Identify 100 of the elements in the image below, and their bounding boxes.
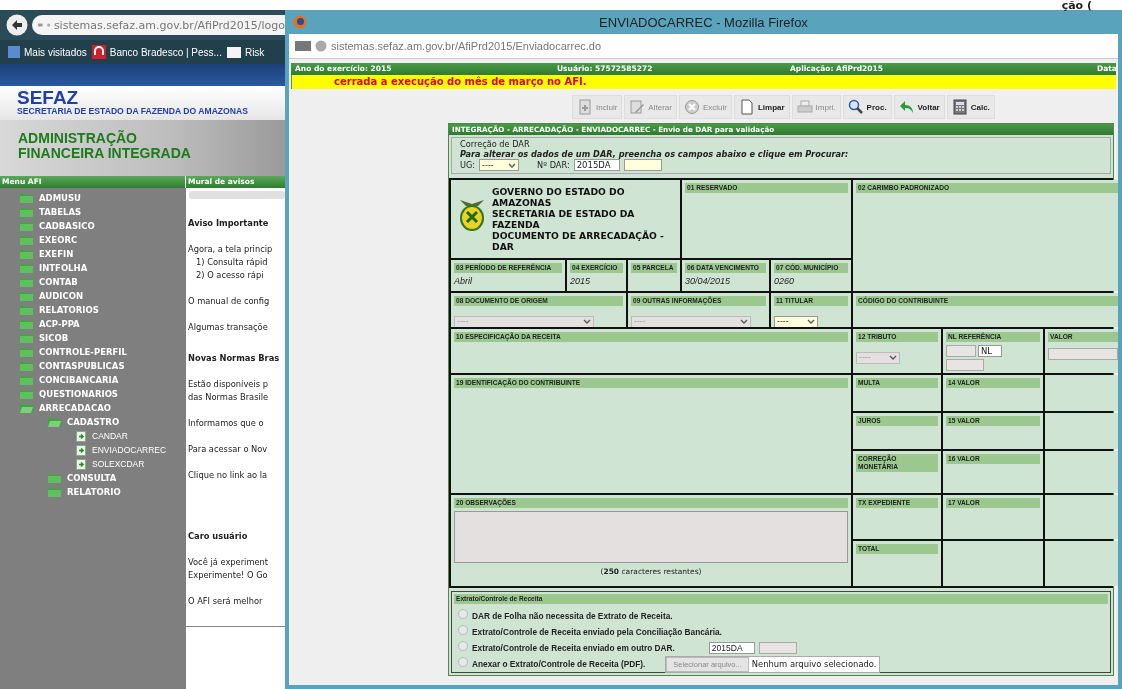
notice-text: 1) Consulta rápid — [196, 256, 269, 269]
option-label: Anexar o Extrato/Controle de Receita (PDF). — [472, 659, 646, 669]
notice-text: Estão disponíveis p — [188, 378, 269, 391]
document-arrow-icon — [76, 444, 86, 456]
menu-item[interactable]: CONSULTA — [67, 473, 117, 483]
menu-item[interactable]: EXEORC — [39, 235, 78, 245]
document-arrow-icon — [76, 430, 86, 442]
menu-item[interactable]: CADBASICO — [39, 221, 95, 231]
alert-message: cerrada a execução do mês de março no AFI. — [291, 75, 1116, 89]
header-line: DOCUMENTO DE ARRECADAÇÃO - DAR — [492, 230, 665, 252]
menu-item[interactable]: ENVIADOCARREC — [92, 445, 167, 455]
header-line: GOVERNO DO ESTADO DO AMAZONAS — [492, 186, 626, 208]
notice-text: Você já experiment — [188, 556, 270, 569]
cut-off-text: ção ( — [1061, 0, 1092, 11]
notice-text: Agora, a tela princip — [188, 243, 274, 256]
caret-icon — [582, 317, 592, 326]
option-label: Extrato/Controle de Receita enviado em outro DAR. — [472, 643, 675, 653]
caret-icon — [888, 353, 898, 362]
input-field[interactable]: NL — [978, 345, 1002, 357]
calculator-icon — [951, 99, 968, 115]
field-value: Abril — [454, 276, 473, 286]
input-field[interactable] — [623, 159, 662, 171]
radio-button[interactable] — [458, 641, 468, 651]
field-value: 0260 — [774, 276, 796, 286]
pencil-icon — [629, 99, 646, 115]
notice-heading: Novas Normas Bras — [188, 352, 281, 365]
notice-text: Informamos que o — [188, 417, 265, 430]
notice-text: 2) O acesso rápi — [196, 269, 265, 282]
toolbar-button[interactable]: Limpar — [733, 95, 790, 119]
notice-text: O manual de config — [188, 295, 271, 308]
menu-item[interactable]: SOLEXCDAR — [92, 459, 145, 469]
menu-item[interactable]: RELATORIOS — [39, 305, 99, 315]
bookmark-link[interactable]: Risk — [244, 46, 265, 58]
radio-button[interactable] — [458, 625, 468, 635]
notice-heading: Aviso Importante — [188, 217, 270, 230]
page-icon — [295, 41, 311, 51]
menu-item[interactable]: TABELAS — [39, 207, 82, 217]
input-field[interactable]: 2015DA — [573, 159, 620, 171]
header-line: SECRETARIA DE ESTADO DA FAZENDA — [492, 208, 636, 230]
address-bar[interactable]: sistemas.sefaz.am.gov.br/AfiPrd2015/Enviadocarrec.do — [289, 34, 1118, 59]
menu-item[interactable]: CONTAB — [39, 277, 78, 287]
notice-text: das Normas Brasile — [188, 391, 270, 404]
bookmark-link[interactable]: Mais visitados — [24, 46, 87, 58]
globe-icon — [315, 40, 327, 52]
menu-item[interactable]: ADMUSU — [39, 193, 82, 203]
brand-name: SEFAZ — [17, 89, 80, 106]
menu-item[interactable]: CADASTRO — [67, 417, 120, 427]
printer-icon — [796, 99, 813, 115]
bookmark-icon — [8, 46, 20, 58]
field-label: Nº DAR: — [537, 160, 570, 170]
menu-item[interactable]: CONTROLE-PERFIL — [39, 347, 127, 357]
address-bar[interactable]: sistemas.sefaz.am.gov.br/AfiPrd2015/logo — [32, 15, 285, 35]
field-label: UG: — [460, 160, 476, 170]
input-field[interactable]: 2015DA — [708, 642, 755, 654]
option-label: DAR de Folha não necessita de Extrato de Receita. — [472, 611, 673, 621]
menu-item[interactable]: CANDAR — [92, 431, 128, 441]
option-label: Extrato/Controle de Receita enviado pela Conciliação Bancária. — [472, 627, 722, 637]
caret-icon — [739, 317, 749, 326]
bookmark-link[interactable]: Banco Bradesco | Pess... — [109, 46, 222, 58]
notice-text: Algumas transaçõe — [188, 321, 269, 334]
instruction-text: Para alterar os dados de um DAR, preencha os campos abaixo e clique em Procurar: — [460, 149, 850, 159]
document-add-icon — [577, 99, 593, 115]
menu-item[interactable]: ARRECADACAO — [39, 403, 111, 413]
menu-item[interactable]: ACP-PPA — [39, 319, 80, 329]
observations-field[interactable] — [454, 511, 848, 563]
notice-text: Para acessar o Nov — [188, 443, 269, 456]
back-arrow-icon — [898, 99, 915, 115]
notice-text: O AFI será melhor — [188, 595, 264, 608]
toolbar-button[interactable]: Calc. — [946, 95, 995, 119]
toolbar-button[interactable]: Proc. — [842, 95, 892, 119]
menu-item[interactable]: INTFOLHA — [39, 263, 88, 273]
caret-icon — [806, 317, 816, 326]
field-value: 2015 — [570, 276, 592, 286]
banner: ADMINISTRAÇÃO FINANCEIRA INTEGRADA — [0, 120, 285, 176]
menu-item[interactable]: SICOB — [39, 333, 69, 343]
menu-item[interactable]: QUESTIONARIOS — [39, 389, 118, 399]
menu-item[interactable]: EXEFIN — [39, 249, 74, 259]
dropdown[interactable]: ---- — [774, 315, 818, 327]
input-field[interactable] — [946, 359, 984, 371]
radio-button[interactable] — [458, 657, 468, 667]
menu-item[interactable]: CONTASPUBLICAS — [39, 361, 125, 371]
input-field[interactable] — [758, 642, 797, 654]
menu-item[interactable]: RELATORIO — [67, 487, 121, 497]
menu-item[interactable]: CONCIBANCARIA — [39, 375, 119, 385]
document-arrow-icon — [76, 458, 86, 470]
dropdown[interactable]: ---- — [479, 159, 520, 171]
brand-subtitle: SECRETARIA DE ESTADO DA FAZENDA DO AMAZONAS — [17, 106, 249, 116]
search-icon — [847, 99, 864, 115]
input-field[interactable] — [946, 345, 976, 357]
radio-button[interactable] — [458, 609, 468, 619]
fieldset-legend: Correção de DAR — [460, 139, 1102, 149]
toolbar-button[interactable]: Voltar — [893, 95, 945, 119]
bank-logo-icon — [91, 45, 106, 59]
scroll-bar[interactable] — [189, 191, 285, 199]
x-circle-icon — [683, 99, 700, 115]
menu-item[interactable]: AUDICON — [39, 291, 83, 301]
blank-page-icon — [738, 99, 755, 115]
input-field[interactable] — [1048, 348, 1118, 360]
field-value: 30/04/2015 — [685, 276, 732, 286]
browser-logo-icon — [293, 15, 307, 29]
